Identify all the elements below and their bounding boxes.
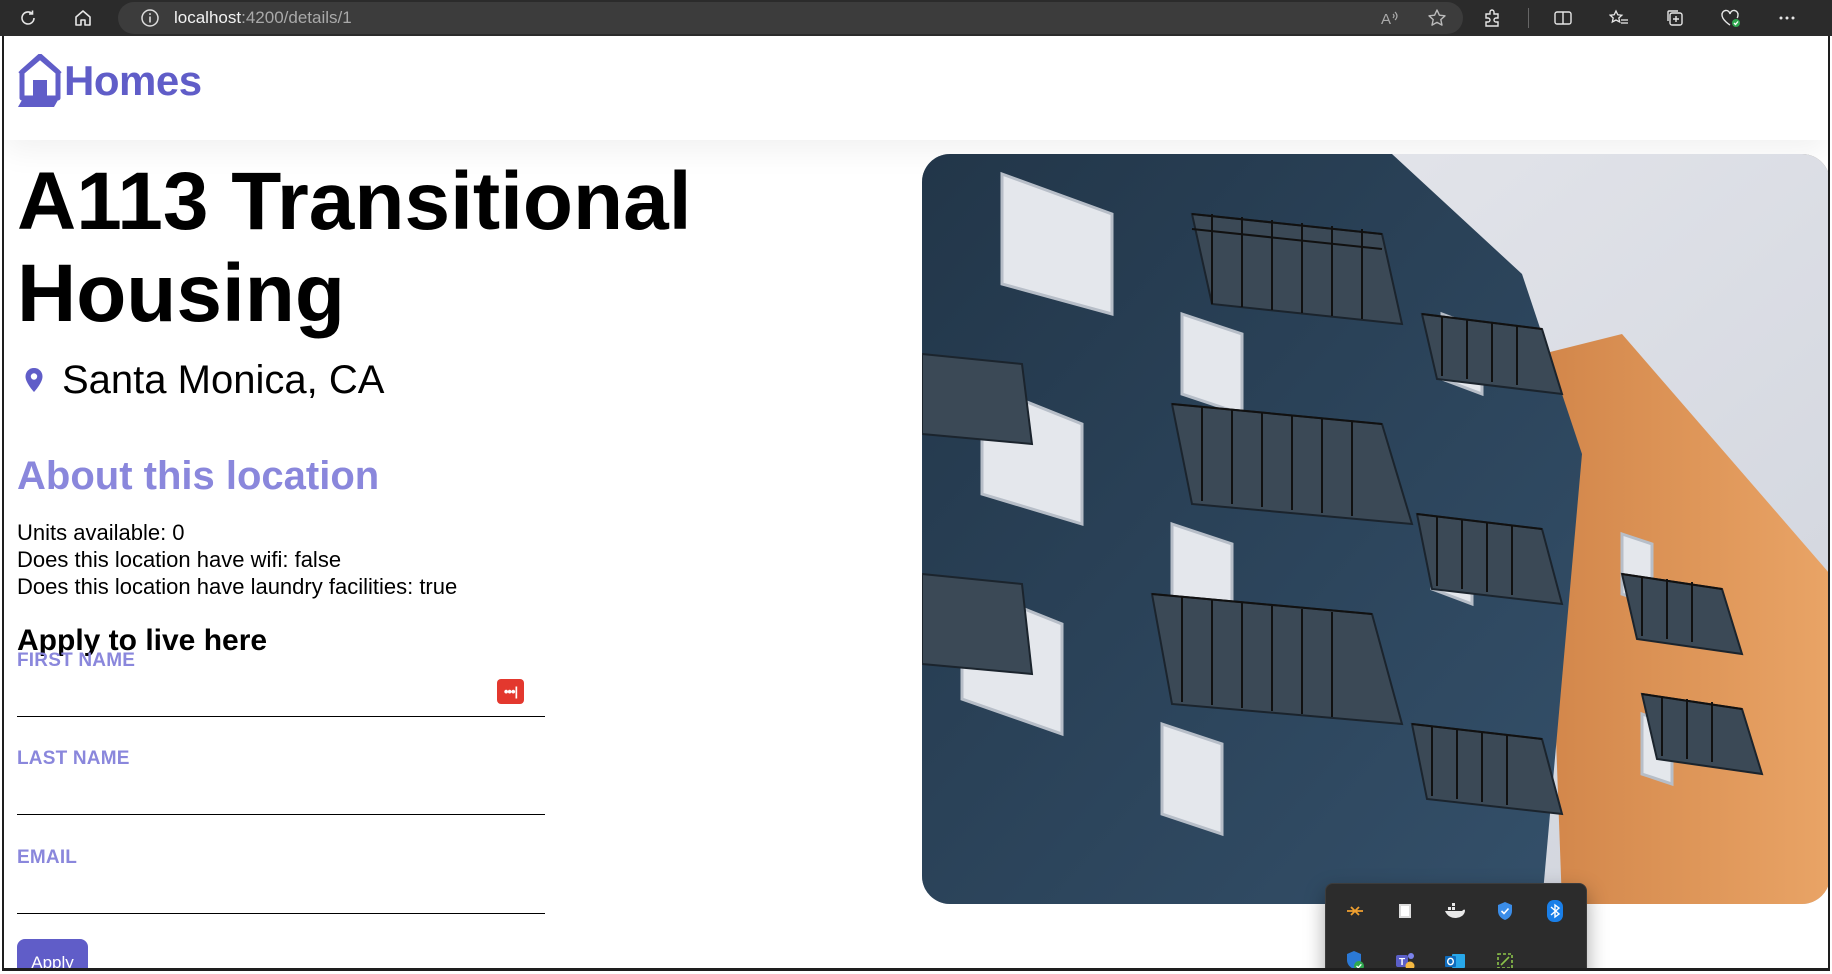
listing-location: Santa Monica, CA: [24, 358, 384, 403]
split-screen-icon[interactable]: [1551, 6, 1575, 30]
last-name-field[interactable]: [17, 775, 545, 815]
window-icon[interactable]: [1394, 900, 1416, 922]
house-logo-icon: [18, 54, 62, 107]
refresh-icon[interactable]: [14, 4, 42, 32]
fact-laundry: Does this location have laundry faciliti…: [17, 574, 458, 599]
first-name-label: FIRST NAME: [17, 650, 136, 671]
svg-text:T: T: [1399, 957, 1405, 968]
more-options-icon[interactable]: [1775, 6, 1799, 30]
bluetooth-icon[interactable]: [1544, 900, 1566, 922]
listing-title: A113 Transitional Housing: [17, 156, 692, 339]
brand-logo[interactable]: Homes: [18, 54, 202, 108]
teams-icon[interactable]: T: [1394, 950, 1416, 968]
location-pin-icon: [25, 367, 43, 392]
defender-icon[interactable]: [1494, 900, 1516, 922]
outlook-icon[interactable]: [1444, 950, 1466, 968]
url-text: localhost:4200/details/1: [174, 8, 352, 28]
extensions-icon[interactable]: [1480, 6, 1504, 30]
last-name-label: LAST NAME: [17, 748, 130, 769]
apply-button[interactable]: Apply: [17, 939, 88, 968]
toolbar-divider: [1528, 8, 1529, 28]
favorite-star-icon[interactable]: [1425, 6, 1449, 30]
email-label: EMAIL: [17, 847, 78, 868]
listing-photo: [922, 154, 1828, 904]
svg-text:A: A: [1381, 11, 1391, 28]
url-host: localhost: [174, 8, 242, 27]
remote-desktop-icon[interactable]: [1344, 900, 1366, 922]
read-aloud-icon[interactable]: A: [1377, 6, 1401, 30]
listing-facts: Units available: 0 Does this location ha…: [17, 519, 457, 600]
fact-units: Units available: 0: [17, 520, 185, 545]
home-icon[interactable]: [69, 4, 97, 32]
browser-toolbar: localhost:4200/details/1 A: [0, 0, 1832, 36]
password-manager-icon[interactable]: •••|: [497, 679, 524, 704]
fact-wifi: Does this location have wifi: false: [17, 547, 342, 572]
page-viewport: Homes A113 Transitional Housing Santa Mo…: [2, 36, 1830, 971]
location-text: Santa Monica, CA: [62, 358, 385, 402]
url-path: :4200/details/1: [241, 8, 352, 27]
site-info-icon[interactable]: [140, 8, 160, 28]
app-header: Homes: [4, 36, 1828, 140]
address-bar[interactable]: localhost:4200/details/1 A: [118, 2, 1463, 34]
system-tray-popup: T: [1325, 883, 1587, 968]
browser-essentials-icon[interactable]: [1719, 6, 1743, 30]
logo-text: Homes: [64, 57, 202, 104]
email-field[interactable]: [17, 874, 545, 914]
snip-icon[interactable]: [1494, 950, 1516, 968]
security-shield-icon[interactable]: [1344, 950, 1366, 968]
docker-icon[interactable]: [1444, 900, 1466, 922]
first-name-field[interactable]: [17, 677, 545, 717]
about-heading: About this location: [17, 454, 380, 498]
collections-icon[interactable]: [1663, 6, 1687, 30]
favorites-list-icon[interactable]: [1607, 6, 1631, 30]
